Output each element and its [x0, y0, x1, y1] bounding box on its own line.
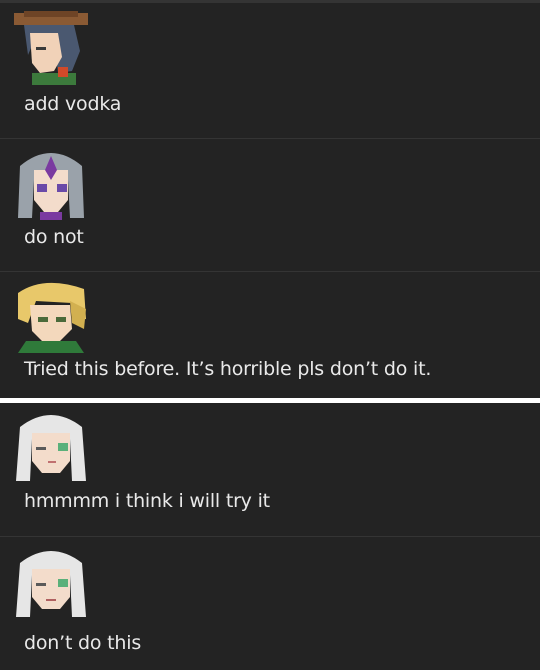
message-item: Tried this before. It’s horrible pls don… — [0, 271, 540, 398]
message-item: do not — [0, 138, 540, 271]
white-haired-girl-worried-avatar[interactable] — [14, 545, 88, 619]
message-text: do not — [24, 226, 84, 248]
white-haired-girl-avatar[interactable] — [14, 409, 88, 483]
message-text: hmmmm i think i will try it — [24, 490, 270, 512]
message-text: add vodka — [24, 93, 122, 115]
comment-thread: add vodka do not Tried this before. It’s… — [0, 0, 540, 670]
message-item: add vodka — [0, 0, 540, 138]
message-text: Tried this before. It’s horrible pls don… — [24, 358, 432, 380]
cowboy-hat-character-avatar[interactable] — [14, 11, 88, 85]
blonde-boy-avatar[interactable] — [14, 279, 88, 353]
message-item: don’t do this — [0, 536, 540, 670]
message-item: hmmmm i think i will try it — [0, 403, 540, 536]
message-text: don’t do this — [24, 632, 142, 654]
silver-haired-girl-avatar[interactable] — [14, 146, 88, 220]
